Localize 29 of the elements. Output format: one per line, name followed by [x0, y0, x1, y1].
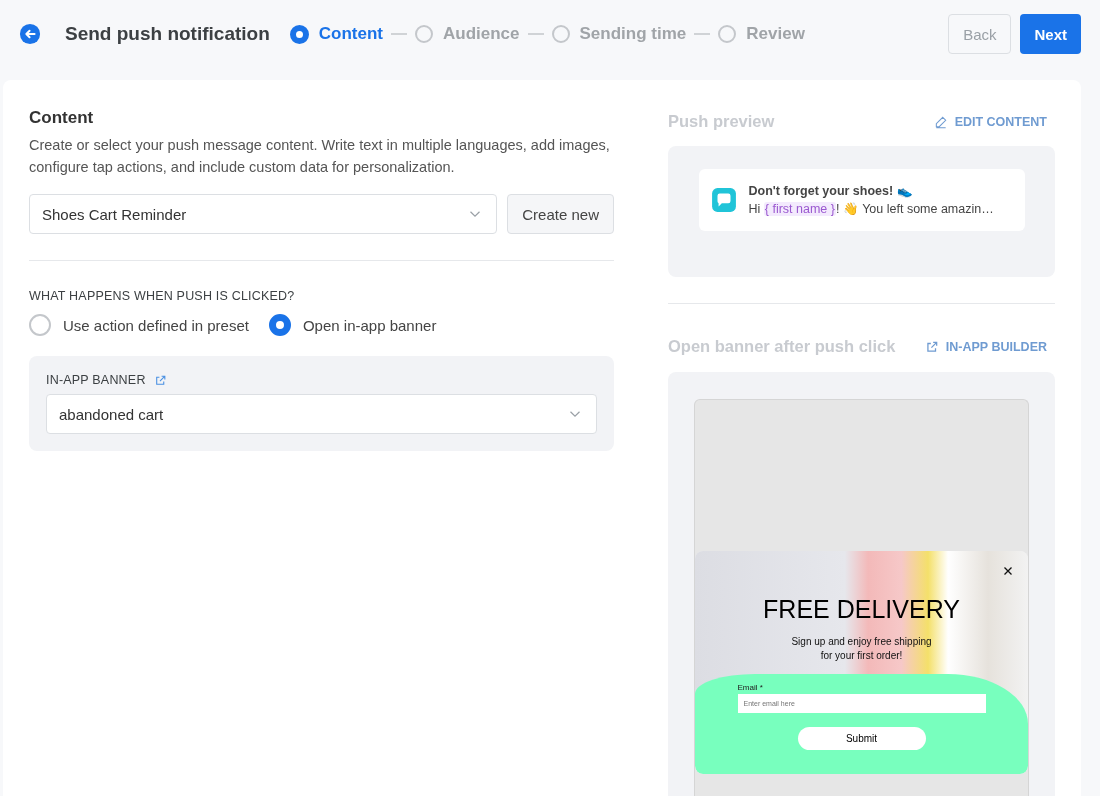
step-tab[interactable]: Review	[718, 24, 805, 44]
section-description: Create or select your push message content. Write text in multiple languages, add images, configure tap actions, and include custom data for personalization.	[29, 136, 611, 177]
banner-select[interactable]: abandoned cart	[46, 394, 597, 434]
banner-heading: FREE DELIVERY	[763, 595, 960, 623]
back-text-button[interactable]: Back	[948, 14, 1012, 54]
question-label: WHAT HAPPENS WHEN PUSH IS CLICKED?	[29, 289, 296, 303]
edit-content-link[interactable]: EDIT CONTENT	[933, 114, 1047, 129]
step-tab[interactable]: Sending time	[551, 24, 687, 44]
step-tab[interactable]: Audience	[415, 24, 520, 44]
banner-label: IN-APP BANNER	[46, 373, 146, 387]
submit-button[interactable]: Submit	[797, 727, 926, 750]
next-button[interactable]: Next	[1020, 14, 1081, 54]
preset-select[interactable]: Shoes Cart Reminder	[29, 194, 498, 234]
page-title: Send push notification	[65, 23, 270, 45]
section-title: Content	[29, 108, 95, 128]
create-new-button[interactable]: Create new	[507, 194, 614, 234]
pencil-icon	[933, 114, 948, 129]
external-link-icon[interactable]	[153, 373, 167, 387]
in-app-builder-link[interactable]: IN-APP BUILDER	[924, 339, 1047, 354]
radio-option[interactable]: Use action defined in preset	[29, 314, 249, 336]
external-link-icon	[924, 339, 939, 354]
chat-bubble-icon	[710, 186, 737, 213]
step-tab[interactable]: Content	[289, 24, 383, 44]
banner-text: Sign up and enjoy free shipping for your first order!	[791, 635, 932, 663]
close-icon[interactable]	[1002, 565, 1014, 577]
email-label: Email *	[737, 683, 763, 692]
radio-option[interactable]: Open in-app banner	[268, 314, 437, 336]
notification-body: Hi { first name }! 👋 You left some amazin…	[748, 200, 994, 218]
notification-title: Don't forget your shoes! 👟	[748, 182, 914, 200]
